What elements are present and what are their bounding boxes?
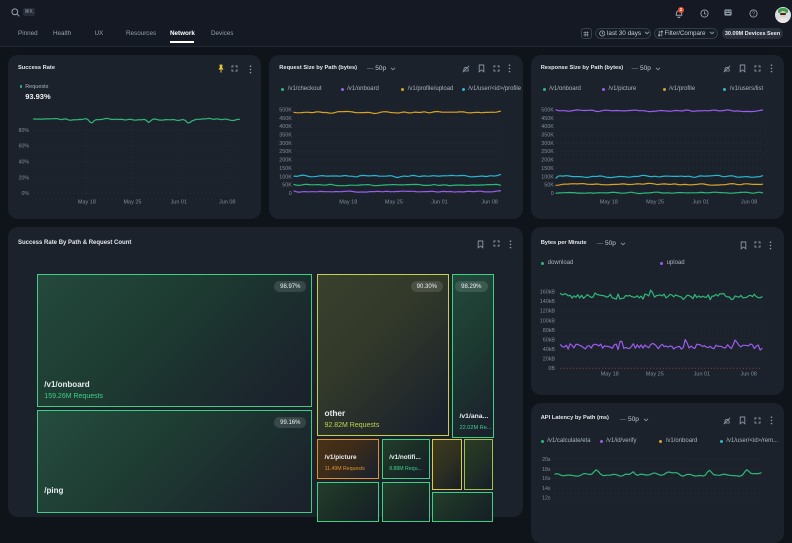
svg-text:40kB: 40kB (542, 347, 555, 353)
svg-text:500K: 500K (280, 108, 293, 114)
svg-text:250K: 250K (541, 149, 554, 155)
svg-text:20%: 20% (19, 176, 30, 182)
svg-text:May 18: May 18 (600, 371, 618, 377)
svg-text:Jun 08: Jun 08 (741, 199, 757, 205)
svg-text:Jun 01: Jun 01 (432, 199, 448, 205)
svg-text:140kB: 140kB (539, 299, 555, 305)
svg-text:350K: 350K (280, 133, 293, 139)
svg-text:150K: 150K (541, 166, 554, 172)
svg-text:20s: 20s (542, 457, 551, 463)
svg-text:120kB: 120kB (539, 309, 555, 315)
svg-text:500K: 500K (541, 108, 554, 114)
svg-text:May 25: May 25 (123, 199, 141, 205)
svg-text:20kB: 20kB (542, 357, 555, 363)
svg-text:May 25: May 25 (645, 371, 663, 377)
svg-text:May 25: May 25 (646, 199, 664, 205)
svg-text:450K: 450K (541, 116, 554, 122)
svg-text:450K: 450K (280, 116, 293, 122)
svg-text:100K: 100K (541, 174, 554, 180)
svg-text:14s: 14s (542, 486, 551, 492)
svg-text:400K: 400K (280, 124, 293, 130)
svg-text:150K: 150K (280, 166, 293, 172)
svg-text:Jun 08: Jun 08 (482, 199, 498, 205)
svg-text:200K: 200K (280, 158, 293, 164)
svg-text:60kB: 60kB (542, 337, 555, 343)
svg-text:May 25: May 25 (385, 199, 403, 205)
svg-text:Jun 01: Jun 01 (171, 199, 187, 205)
svg-text:16s: 16s (542, 476, 551, 482)
svg-text:350K: 350K (541, 133, 554, 139)
svg-text:0: 0 (289, 191, 292, 197)
svg-text:80%: 80% (19, 128, 30, 134)
svg-text:60%: 60% (19, 143, 30, 149)
svg-text:May 18: May 18 (340, 199, 358, 205)
svg-text:80kB: 80kB (542, 328, 555, 334)
svg-text:Jun 08: Jun 08 (219, 199, 235, 205)
svg-text:300K: 300K (280, 141, 293, 147)
svg-text:100kB: 100kB (539, 318, 555, 324)
svg-text:50K: 50K (544, 183, 554, 189)
svg-text:Jun 01: Jun 01 (692, 199, 708, 205)
svg-text:40%: 40% (19, 160, 30, 166)
svg-text:?: ? (752, 11, 755, 17)
svg-text:0: 0 (550, 191, 553, 197)
svg-text:100K: 100K (280, 174, 293, 180)
svg-text:200K: 200K (541, 158, 554, 164)
svg-text:160kB: 160kB (539, 290, 555, 296)
svg-text:300K: 300K (541, 141, 554, 147)
svg-text:250K: 250K (280, 149, 293, 155)
svg-text:Jun 08: Jun 08 (740, 371, 756, 377)
svg-text:400K: 400K (541, 124, 554, 130)
svg-text:May 18: May 18 (599, 199, 617, 205)
svg-text:May 18: May 18 (78, 199, 96, 205)
svg-text:0B: 0B (548, 366, 555, 372)
svg-text:18s: 18s (542, 467, 551, 473)
svg-text:0%: 0% (21, 191, 29, 197)
svg-text:Jun 01: Jun 01 (693, 371, 709, 377)
svg-text:50K: 50K (283, 183, 293, 189)
